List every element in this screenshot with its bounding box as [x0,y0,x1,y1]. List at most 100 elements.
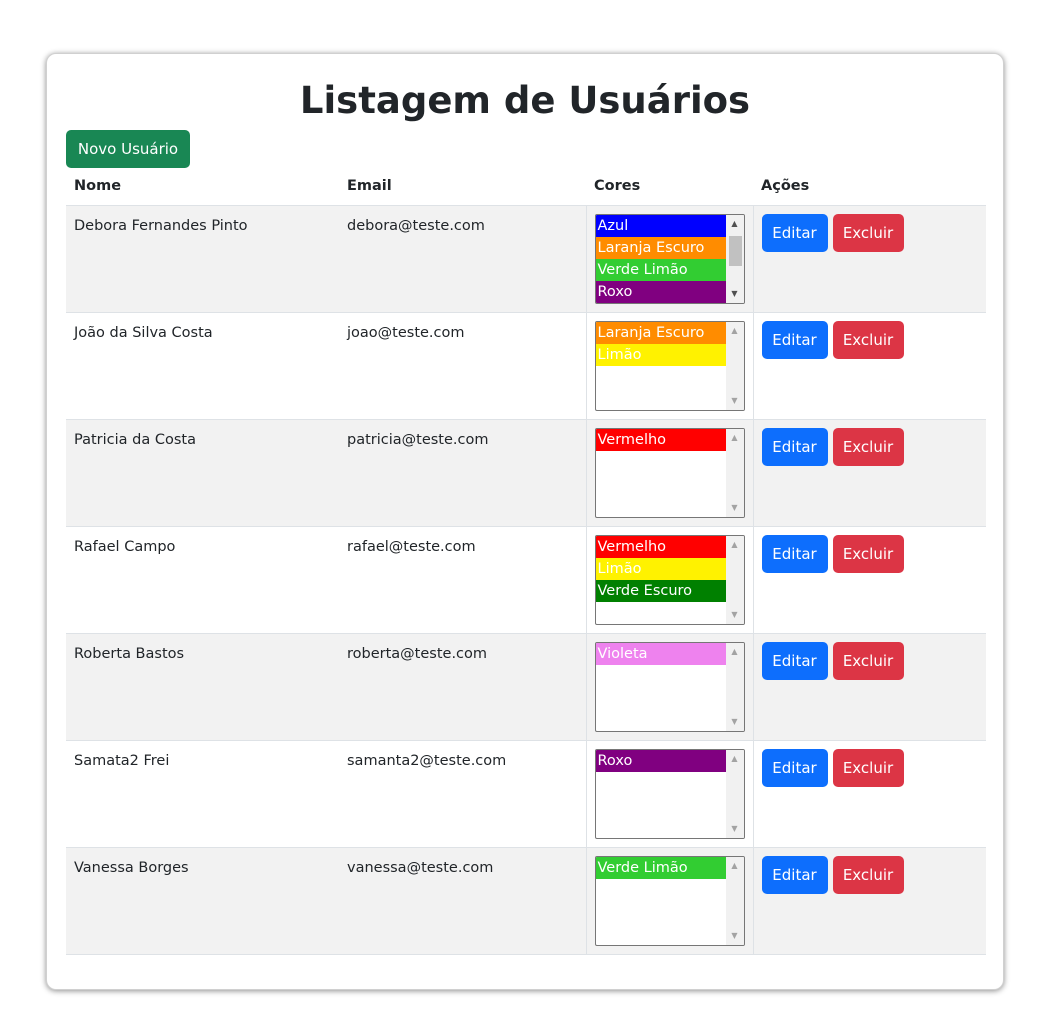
cor-option[interactable]: Vermelho [595,428,726,451]
delete-user-button[interactable]: Excluir [832,427,904,466]
delete-user-button[interactable]: Excluir [832,320,904,359]
scroll-up-arrow-icon[interactable]: ▲ [726,751,744,767]
user-cores-cell: Vermelho ▲ ▼ [585,419,754,527]
scroll-down-arrow-icon[interactable]: ▼ [726,607,744,623]
cores-listbox[interactable]: Roxo ▲ ▼ [594,748,745,839]
scroll-up-arrow-icon[interactable]: ▲ [726,430,744,446]
scrollbar[interactable]: ▲ ▼ [725,535,744,624]
cores-options: Laranja Escuro Limão [595,321,726,366]
scroll-up-arrow-icon[interactable]: ▲ [726,537,744,553]
user-email: vanessa@teste.com [339,847,586,955]
user-email: samanta2@teste.com [339,740,586,848]
scroll-down-arrow-icon[interactable]: ▼ [726,821,744,837]
actions-group: Editar Excluir [761,427,987,466]
user-actions-cell: Editar Excluir [753,526,987,634]
page-title: Listagem de Usuários [299,79,751,122]
table-row: Samata2 Frei samanta2@teste.com Roxo ▲ ▼ Edit… [66,740,987,848]
delete-user-button[interactable]: Excluir [832,748,904,787]
user-cores-cell: Violeta ▲ ▼ [585,633,754,741]
delete-user-button[interactable]: Excluir [832,213,904,252]
user-email: roberta@teste.com [339,633,586,741]
scrollbar[interactable]: ▲ ▼ [725,642,744,731]
scrollbar[interactable]: ▲ ▼ [725,321,744,410]
table-header-row: Nome Email Cores Ações [66,168,986,206]
cores-listbox[interactable]: Laranja Escuro Limão ▲ ▼ [594,320,745,411]
user-email: joao@teste.com [339,312,586,420]
users-table: Nome Email Cores Ações Debora Fernandes … [66,168,986,955]
actions-group: Editar Excluir [761,748,987,787]
scroll-down-arrow-icon[interactable]: ▼ [726,286,744,302]
cor-option[interactable]: Laranja Escuro [595,321,726,344]
scroll-up-arrow-icon[interactable]: ▲ [726,644,744,660]
scroll-up-arrow-icon[interactable]: ▲ [726,216,744,232]
user-name: Samata2 Frei [66,740,339,848]
cor-option[interactable]: Azul [595,214,726,237]
table-row: Roberta Bastos roberta@teste.com Violeta ▲ ▼… [66,633,986,741]
delete-user-button[interactable]: Excluir [832,855,904,894]
cor-option[interactable]: Violeta [595,642,726,665]
table-row: Debora Fernandes Pinto debora@teste.com Az… [66,205,986,313]
cor-option[interactable]: Verde Escuro [595,579,726,602]
cores-listbox[interactable]: Verde Limão ▲ ▼ [594,855,745,946]
table-row: Vanessa Borges vanessa@teste.com Verde Lim… [66,847,987,955]
scroll-up-arrow-icon[interactable]: ▲ [726,323,744,339]
cores-listbox[interactable]: Violeta ▲ ▼ [594,641,745,732]
edit-user-button[interactable]: Editar [761,427,828,466]
user-email: rafael@teste.com [339,526,586,634]
cores-listbox[interactable]: Vermelho ▲ ▼ [594,427,745,518]
cor-option[interactable]: Limão [595,557,726,580]
cor-option[interactable]: Vermelho [595,535,726,558]
user-cores-cell: Vermelho Limão Verde Escuro ▲ ▼ [585,526,754,634]
cores-options: Verde Limão [595,856,726,879]
table-body: Debora Fernandes Pinto debora@teste.com Az… [66,205,987,955]
delete-user-button[interactable]: Excluir [832,641,904,680]
scroll-down-arrow-icon[interactable]: ▼ [726,500,744,516]
edit-user-button[interactable]: Editar [761,534,828,573]
scroll-thumb[interactable] [728,235,742,266]
cores-listbox[interactable]: Vermelho Limão Verde Escuro ▲ ▼ [594,534,745,625]
edit-user-button[interactable]: Editar [761,748,828,787]
edit-user-button[interactable]: Editar [761,641,828,680]
cores-listbox[interactable]: Azul Laranja Escuro Verde Limão Roxo ▲ ▼ [594,213,745,304]
column-header-cores: Cores [586,168,753,206]
user-cores-cell: Roxo ▲ ▼ [585,740,754,848]
user-name: Debora Fernandes Pinto [66,205,339,313]
users-card: Listagem de Usuários Novo Usuário Nome E… [46,53,1004,990]
new-user-button[interactable]: Novo Usuário [66,130,190,168]
user-actions-cell: Editar Excluir [753,312,987,420]
scrollbar[interactable]: ▲ ▼ [725,214,744,303]
user-name: Roberta Bastos [66,633,339,741]
user-cores-cell: Laranja Escuro Limão ▲ ▼ [585,312,754,420]
edit-user-button[interactable]: Editar [761,320,828,359]
scrollbar[interactable]: ▲ ▼ [725,428,744,517]
user-cores-cell: Azul Laranja Escuro Verde Limão Roxo ▲ ▼ [585,205,754,313]
user-name: João da Silva Costa [66,312,339,420]
scroll-down-arrow-icon[interactable]: ▼ [726,928,744,944]
cor-option[interactable]: Roxo [595,280,726,303]
actions-group: Editar Excluir [761,534,987,573]
scrollbar[interactable]: ▲ ▼ [725,749,744,838]
table-row: Patricia da Costa patricia@teste.com Verme… [66,419,987,527]
actions-group: Editar Excluir [761,320,987,359]
user-cores-cell: Verde Limão ▲ ▼ [585,847,754,955]
scrollbar[interactable]: ▲ ▼ [725,856,744,945]
cor-option[interactable]: Limão [595,343,726,366]
scroll-down-arrow-icon[interactable]: ▼ [726,714,744,730]
table-row: Rafael Campo rafael@teste.com Vermelho Limã… [66,526,987,634]
cor-option[interactable]: Roxo [595,749,726,772]
column-header-acoes: Ações [753,168,986,206]
cor-option[interactable]: Verde Limão [595,258,726,281]
cor-option[interactable]: Laranja Escuro [595,236,726,259]
user-actions-cell: Editar Excluir [753,633,986,741]
cores-options: Violeta [595,642,726,665]
scroll-down-arrow-icon[interactable]: ▼ [726,393,744,409]
edit-user-button[interactable]: Editar [761,213,828,252]
cores-options: Vermelho Limão Verde Escuro [595,535,726,602]
user-email: debora@teste.com [339,205,586,313]
scroll-up-arrow-icon[interactable]: ▲ [726,858,744,874]
actions-group: Editar Excluir [761,855,987,894]
user-name: Vanessa Borges [66,847,339,955]
delete-user-button[interactable]: Excluir [832,534,904,573]
edit-user-button[interactable]: Editar [761,855,828,894]
cor-option[interactable]: Verde Limão [595,856,726,879]
